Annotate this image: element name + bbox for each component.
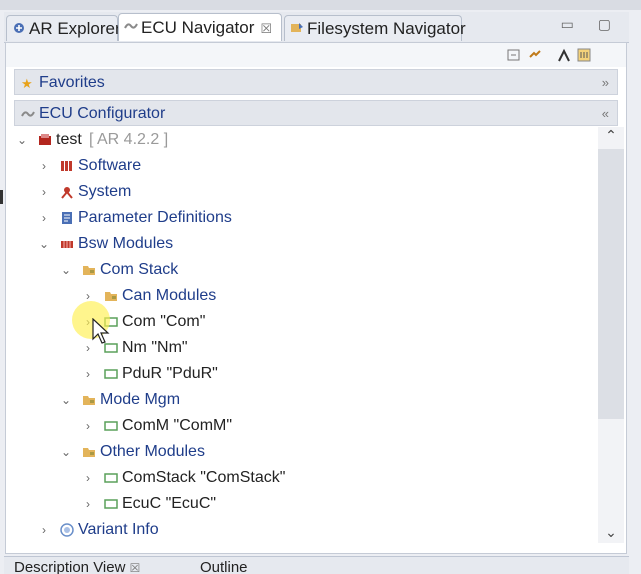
expanded-arrow-icon[interactable]: ⌄ [60, 439, 72, 465]
module-icon [104, 421, 118, 431]
module-icon [104, 499, 118, 509]
section-label: ECU Configurator [39, 105, 166, 122]
folder-icon [83, 448, 95, 457]
collapsed-arrow-icon[interactable]: › [82, 491, 94, 517]
tree-label: Mode Mgm [100, 391, 181, 408]
tab-label: Outline [200, 559, 248, 574]
link-editor-icon[interactable] [527, 47, 543, 63]
vertical-scrollbar[interactable]: ⌃ ⌄ [598, 127, 624, 543]
tree-label: Com "Com" [122, 313, 206, 330]
tab-label: AR Explorer [29, 19, 121, 38]
collapsed-arrow-icon[interactable]: › [82, 465, 94, 491]
expanded-arrow-icon[interactable]: ⌄ [38, 231, 50, 257]
panel-toolbar [6, 43, 626, 67]
tree-label: System [78, 183, 132, 200]
variant-icon [60, 523, 74, 537]
tree-label: Can Modules [122, 287, 217, 304]
tab-filesystem-navigator[interactable]: Filesystem Navigator [284, 15, 466, 41]
collapsed-arrow-icon[interactable]: › [82, 413, 94, 439]
tree-label: Software [78, 157, 142, 174]
expanded-arrow-icon[interactable]: ⌄ [60, 257, 72, 283]
tree-label: Parameter Definitions [78, 209, 232, 226]
collapsed-arrow-icon[interactable]: › [38, 179, 50, 205]
folder-icon [105, 292, 117, 301]
collapse-all-icon[interactable] [506, 47, 522, 63]
view-tab-bar: AR Explorer ECU Navigator ☒ Filesystem Na… [4, 12, 629, 43]
section-label: Favorites [39, 74, 105, 91]
tree-label: Other Modules [100, 443, 205, 460]
navigator-icon [124, 23, 138, 29]
tree-label: ComM "ComM" [122, 417, 233, 434]
bsw-modules-icon [61, 241, 73, 248]
view-menu-icon[interactable] [576, 47, 592, 63]
filter-icon[interactable] [556, 47, 572, 63]
close-icon[interactable]: ☒ [130, 561, 141, 574]
tab-label: ECU Navigator [141, 18, 255, 37]
system-icon [61, 187, 73, 199]
window-controls[interactable]: ▭ ▢ [561, 16, 621, 33]
scroll-down-icon[interactable]: ⌄ [598, 524, 624, 541]
collapse-chevron-icon[interactable]: « [602, 101, 609, 126]
ecu-navigator-panel: ★ Favorites » ECU Configurator « ⌄ test … [5, 42, 627, 554]
version-label: [ AR 4.2.2 ] [89, 131, 169, 148]
ecu-configurator-section[interactable]: ECU Configurator « [14, 100, 618, 126]
tab-label: Filesystem Navigator [307, 19, 466, 38]
tab-description-view[interactable]: Description View ☒ [14, 560, 140, 574]
module-icon [104, 473, 118, 483]
collapsed-arrow-icon[interactable]: › [38, 517, 50, 543]
expanded-arrow-icon[interactable]: ⌄ [60, 387, 72, 413]
tree-label: EcuC "EcuC" [122, 495, 217, 512]
left-edge-fragment [0, 190, 3, 204]
mouse-cursor-icon [92, 318, 110, 344]
configurator-icon [21, 111, 35, 117]
expand-chevron-icon[interactable]: » [602, 70, 609, 95]
tree-label: ComStack "ComStack" [122, 469, 286, 486]
param-defs-icon [62, 212, 72, 224]
filesystem-icon [291, 23, 303, 32]
folder-icon [83, 396, 95, 405]
folder-icon [83, 266, 95, 275]
scrollbar-thumb[interactable] [598, 149, 624, 419]
tree-label: PduR "PduR" [122, 365, 218, 382]
collapsed-arrow-icon[interactable]: › [38, 153, 50, 179]
top-toolbar-strip [0, 0, 641, 10]
tree-label: Bsw Modules [78, 235, 174, 252]
software-icon [61, 161, 72, 171]
star-icon: ★ [21, 76, 33, 91]
tab-outline[interactable]: Outline [200, 560, 248, 574]
collapsed-arrow-icon[interactable]: › [38, 205, 50, 231]
explorer-icon [14, 23, 24, 33]
tab-label: Description View [14, 559, 126, 574]
close-icon[interactable]: ☒ [260, 21, 272, 36]
project-icon [39, 134, 51, 145]
collapsed-arrow-icon[interactable]: › [82, 361, 94, 387]
favorites-section[interactable]: ★ Favorites » [14, 69, 618, 95]
scroll-up-icon[interactable]: ⌃ [598, 127, 624, 144]
expanded-arrow-icon[interactable]: ⌄ [16, 127, 28, 153]
tree-label: test [56, 131, 82, 148]
tree-label: Com Stack [100, 261, 179, 278]
bottom-tab-bar: Description View ☒ Outline [4, 556, 629, 574]
tab-ecu-navigator[interactable]: ECU Navigator ☒ [118, 13, 282, 41]
tab-ar-explorer[interactable]: AR Explorer [6, 15, 121, 41]
module-icon [104, 369, 118, 379]
tree-label: Nm "Nm" [122, 339, 188, 356]
tree-label: Variant Info [78, 521, 159, 538]
